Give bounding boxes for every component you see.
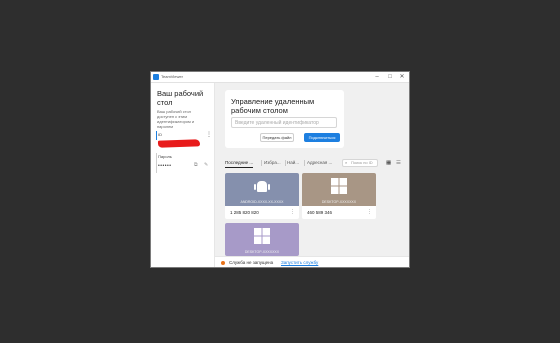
windows-icon bbox=[254, 228, 270, 244]
search-placeholder: Поиск по ID bbox=[351, 160, 373, 165]
device-name: DESKTOP-XXXXXXX bbox=[244, 250, 280, 254]
copy-icon[interactable]: ⧉ bbox=[194, 162, 198, 168]
device-id: 1 285 820 820 bbox=[230, 210, 259, 215]
status-bar: Служба не запущена Запустить службу bbox=[215, 256, 409, 267]
search-input[interactable]: ⌕ Поиск по ID bbox=[342, 159, 378, 167]
tab-address-book[interactable]: Адресная ... bbox=[307, 159, 332, 167]
device-name: ANDROID-XXXX-XX-XXXX bbox=[240, 200, 284, 204]
start-service-link[interactable]: Запустить службу bbox=[281, 257, 318, 267]
minimize-icon[interactable]: – bbox=[371, 72, 383, 82]
edit-pencil-icon[interactable]: ✎ bbox=[204, 162, 208, 168]
android-icon bbox=[257, 181, 267, 192]
connect-button[interactable]: Подключиться bbox=[304, 133, 340, 142]
tab-divider bbox=[261, 160, 262, 166]
partner-id-input[interactable] bbox=[231, 117, 337, 128]
device-thumbnail: DESKTOP-XXXXXXX bbox=[225, 223, 299, 256]
maximize-icon[interactable]: □ bbox=[384, 72, 396, 82]
device-thumbnail: ANDROID-XXXX-XX-XXXX bbox=[225, 173, 299, 206]
windows-icon bbox=[331, 178, 347, 194]
device-menu-icon[interactable]: ⋮ bbox=[290, 209, 295, 215]
title-bar[interactable]: TeamViewer – □ ✕ bbox=[151, 72, 409, 83]
id-accent-bar bbox=[156, 131, 157, 140]
window-title: TeamViewer bbox=[161, 74, 183, 79]
device-tile[interactable]: DESKTOP-XXXXXXX bbox=[225, 223, 299, 256]
password-divider bbox=[156, 153, 157, 173]
teamviewer-window: TeamViewer – □ ✕ Ваш рабочий стол Ваш ра… bbox=[150, 71, 410, 268]
id-value-redacted bbox=[157, 139, 201, 148]
teamviewer-logo-icon bbox=[153, 74, 159, 80]
remote-control-card: Управление удаленным рабочим столом Пере… bbox=[225, 90, 344, 148]
workspace-description: Ваш рабочий стол доступен с этим идентиф… bbox=[157, 109, 195, 129]
close-icon[interactable]: ✕ bbox=[396, 72, 408, 82]
search-icon: ⌕ bbox=[345, 160, 348, 165]
tab-recent[interactable]: Последние ... bbox=[225, 159, 254, 168]
device-tile[interactable]: ANDROID-XXXX-XX-XXXX 1 285 820 820 ⋮ bbox=[225, 173, 299, 219]
device-thumbnail: DESKTOP-XXXXXXX bbox=[302, 173, 376, 206]
tab-favorites[interactable]: Избра... bbox=[264, 159, 281, 167]
grid-view-icon[interactable]: ▦ bbox=[386, 159, 391, 167]
status-warning-icon bbox=[221, 261, 225, 265]
tab-divider bbox=[304, 160, 305, 166]
status-text: Служба не запущена bbox=[229, 260, 274, 265]
tab-discovered[interactable]: Най... bbox=[287, 159, 299, 167]
device-name: DESKTOP-XXXXXXX bbox=[321, 200, 357, 204]
device-tabs: Последние ... Избра... Най... Адресная .… bbox=[225, 159, 409, 169]
device-tile[interactable]: DESKTOP-XXXXXXX 460 589 346 ⋮ bbox=[302, 173, 376, 219]
workspace-title: Ваш рабочий стол bbox=[157, 89, 204, 107]
id-label: ID bbox=[158, 132, 162, 137]
password-value: •••••• bbox=[158, 163, 172, 169]
remote-control-title: Управление удаленным рабочим столом bbox=[231, 97, 315, 115]
id-menu-icon[interactable]: ⋮ bbox=[206, 131, 212, 138]
android-arm bbox=[254, 184, 256, 190]
list-view-icon[interactable]: ☰ bbox=[396, 159, 401, 167]
password-label: Пароль bbox=[158, 154, 172, 159]
left-panel: Ваш рабочий стол Ваш рабочий стол доступ… bbox=[151, 83, 215, 267]
send-file-button[interactable]: Передать файл bbox=[260, 133, 294, 142]
android-arm bbox=[268, 184, 270, 190]
tab-divider bbox=[285, 160, 286, 166]
device-id: 460 589 346 bbox=[307, 210, 333, 215]
device-menu-icon[interactable]: ⋮ bbox=[367, 209, 372, 215]
